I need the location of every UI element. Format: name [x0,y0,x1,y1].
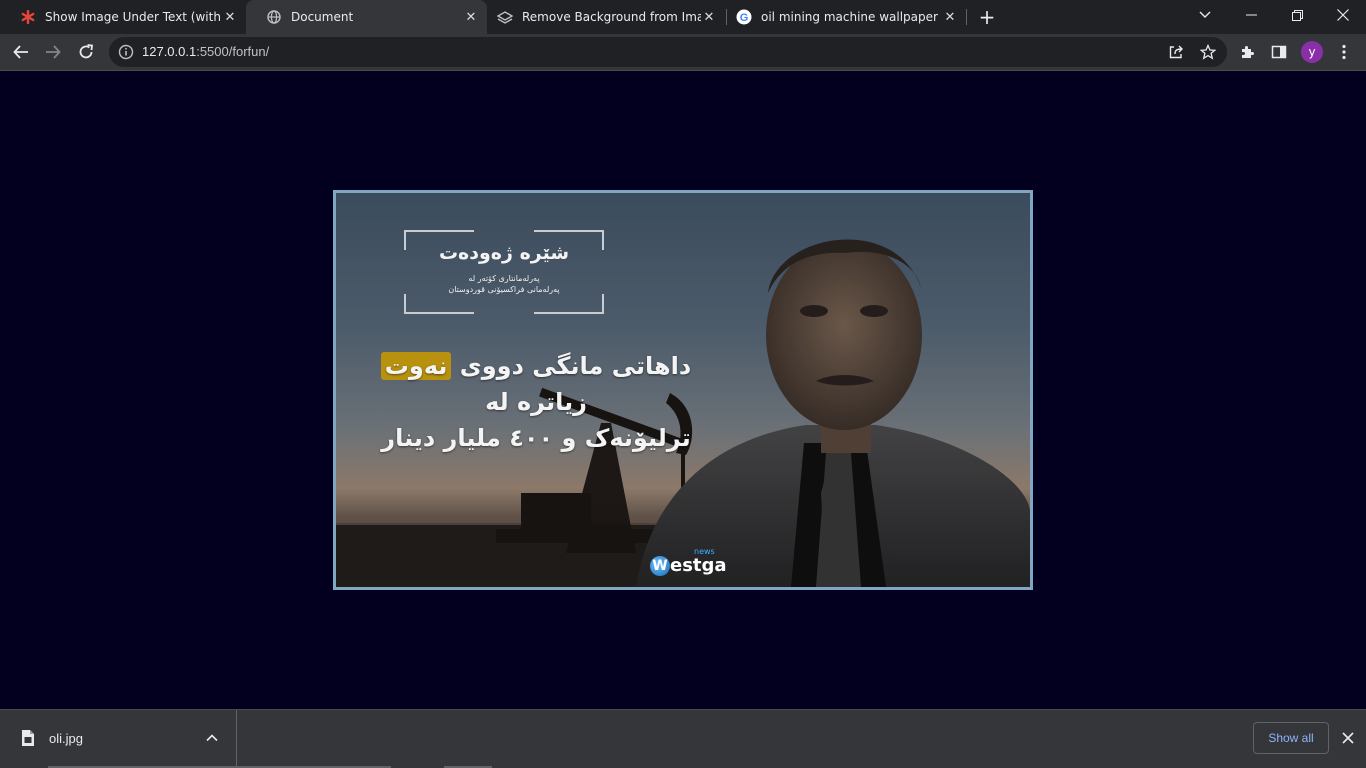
tab-document[interactable]: Document ✕ [246,0,487,34]
forward-button[interactable] [40,39,66,65]
extensions-icon[interactable] [1234,39,1260,65]
news-poster-image: شێرە ژەودەت پەرلەمانتاری کۆتەر لە پەرلەم… [333,190,1033,590]
tab-strip: Show Image Under Text (with Ac ✕ Documen… [0,0,1366,34]
tab-show-image[interactable]: Show Image Under Text (with Ac ✕ [0,0,246,34]
minimize-button[interactable] [1228,0,1274,30]
url-path: :5500/forfun/ [196,44,270,59]
close-tab-icon[interactable]: ✕ [942,9,958,25]
headline-line-1: داهاتی مانگی دووی نەوت [366,348,706,384]
layers-icon [497,9,513,25]
role-line-1: پەرلەمانتاری کۆتەر لە [468,274,540,283]
close-tab-icon[interactable]: ✕ [222,9,238,25]
tab-title: Remove Background from Image [522,10,701,24]
chevron-up-icon[interactable] [204,730,220,746]
tab-search-chevron-icon[interactable] [1182,0,1228,30]
westga-globe-icon: W [650,555,670,576]
download-item[interactable]: oli.jpg [0,710,237,768]
reload-button[interactable] [73,39,99,65]
asterisk-icon [20,9,36,25]
logo-text: estga [670,555,727,576]
side-panel-icon[interactable] [1266,39,1292,65]
headline-line-3: ترلیۆنەک و ٤٠٠ ملیار دینار [381,424,691,452]
google-icon: G [736,9,752,25]
close-shelf-icon[interactable] [1338,728,1358,748]
url-text: 127.0.0.1:5500/forfun/ [142,44,269,59]
role-line-2: پەرلەمانی فراکسیۆنی قوردوستان [448,285,560,294]
tab-title: oil mining machine wallpaper - G [761,10,942,24]
globe-icon [266,9,282,25]
tab-title: Show Image Under Text (with Ac [45,10,222,24]
person-name: شێرە ژەودەت [438,242,570,264]
person-role: پەرلەمانتاری کۆتەر لە پەرلەمانی فراکسیۆن… [406,273,602,295]
page-content: شێرە ژەودەت پەرلەمانتاری کۆتەر لە پەرلەم… [0,71,1366,709]
info-icon[interactable] [118,44,134,60]
back-button[interactable] [8,39,34,65]
headline-line-2: زیاترە لە [485,388,587,416]
svg-text:G: G [740,12,749,24]
tab-separator [966,9,967,25]
close-tab-icon[interactable]: ✕ [701,9,717,25]
tab-google-search[interactable]: G oil mining machine wallpaper - G ✕ [716,0,966,34]
browser-toolbar: 127.0.0.1:5500/forfun/ y [0,34,1366,71]
profile-avatar[interactable]: y [1301,41,1323,63]
restore-button[interactable] [1274,0,1320,30]
address-bar[interactable]: 127.0.0.1:5500/forfun/ [109,37,1227,67]
close-window-button[interactable] [1320,0,1366,30]
new-tab-button[interactable]: + [976,6,998,28]
share-icon[interactable] [1163,39,1189,65]
headline-highlight: نەوت [380,352,452,380]
menu-kebab-icon[interactable] [1331,39,1357,65]
westga-logo: W estga news [650,547,727,576]
download-file-name: oli.jpg [49,731,83,746]
show-all-button[interactable]: Show all [1253,722,1329,754]
logo-news-label: news [694,547,715,556]
file-icon [22,730,34,746]
tab-remove-background[interactable]: Remove Background from Image ✕ [477,0,725,34]
download-shelf: oli.jpg Show all [0,709,1366,768]
headline-text: داهاتی مانگی دووی [459,352,692,380]
headline: داهاتی مانگی دووی نەوت زیاترە لە ترلیۆنە… [366,348,706,456]
tab-title: Document [291,10,354,24]
bookmark-star-icon[interactable] [1195,39,1221,65]
url-host: 127.0.0.1 [142,44,197,59]
